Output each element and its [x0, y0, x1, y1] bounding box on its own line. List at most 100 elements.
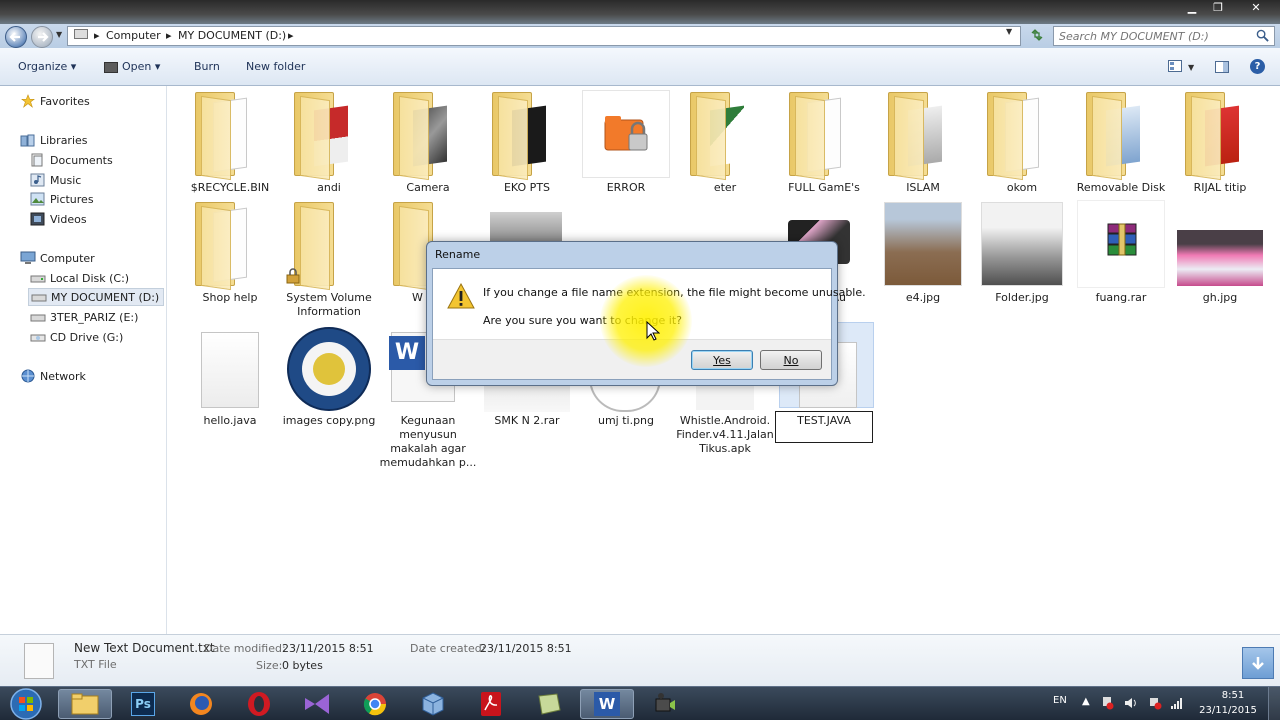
file-item-okom[interactable]: okom [973, 88, 1071, 198]
new-folder-button[interactable]: New folder [246, 60, 305, 73]
file-item-eter[interactable]: eter [676, 88, 774, 198]
details-date-modified: 23/11/2015 8:51 [282, 642, 374, 655]
network-status-icon[interactable] [1148, 696, 1162, 710]
file-item-removable-disk[interactable]: Removable Disk [1072, 88, 1170, 198]
breadcrumb-separator[interactable]: ▸ [94, 29, 100, 42]
clock-date[interactable]: 23/11/2015 [1196, 705, 1260, 716]
nav-my-document-d[interactable]: MY DOCUMENT (D:) [28, 288, 164, 306]
folder-icon [987, 92, 1053, 181]
arrow-left-icon [9, 32, 20, 42]
file-item-gh-jpg[interactable]: gh.jpg [1171, 198, 1269, 318]
file-item-islam[interactable]: ISLAM [874, 88, 972, 198]
nav-music[interactable]: Music [30, 171, 81, 189]
no-button[interactable]: No [760, 350, 822, 370]
file-item-e4-jpg[interactable]: e4.jpg [874, 198, 972, 318]
taskbar-word[interactable]: W [580, 689, 634, 719]
recent-pages-dropdown[interactable]: ▼ [56, 30, 62, 39]
help-icon[interactable]: ? [1250, 59, 1265, 74]
taskbar-camtasia[interactable] [638, 689, 692, 719]
computer-icon [74, 29, 88, 39]
file-item-hello-java[interactable]: hello.java [181, 326, 279, 427]
file-item-eko-pts[interactable]: EKO PTS [478, 88, 576, 198]
file-item-shop-help[interactable]: Shop help [181, 198, 279, 318]
nav-network[interactable]: Network [20, 367, 86, 385]
taskbar-acrobat[interactable] [464, 689, 518, 719]
details-date-modified-label: Date modified: [204, 642, 286, 655]
taskbar-notes[interactable] [522, 689, 576, 719]
clock-time[interactable]: 8:51 [1213, 690, 1253, 701]
breadcrumb-my-document[interactable]: MY DOCUMENT (D:) [178, 29, 286, 42]
file-item-full-games[interactable]: FULL GamE's [775, 88, 873, 198]
preview-pane-icon[interactable] [1215, 61, 1229, 73]
folder-icon [1185, 92, 1251, 181]
show-hidden-icons[interactable]: ▲ [1082, 696, 1090, 707]
nav-computer[interactable]: Computer [20, 249, 95, 267]
file-item-images-copy[interactable]: images copy.png [280, 326, 378, 427]
music-icon [30, 173, 45, 187]
file-item-label: SMK N 2.rar [494, 414, 560, 427]
file-icon [201, 332, 259, 408]
nav-local-disk-c[interactable]: Local Disk (C:) [30, 269, 129, 287]
taskbar-visual-studio[interactable] [290, 689, 344, 719]
taskbar-firefox[interactable] [174, 689, 228, 719]
nav-3ter-pariz-e[interactable]: 3TER_PARIZ (E:) [30, 308, 138, 326]
file-item-folder-jpg[interactable]: Folder.jpg [973, 198, 1071, 318]
file-item-andi[interactable]: andi [280, 88, 378, 198]
change-view-icon[interactable] [1168, 60, 1182, 75]
nav-documents-label: Documents [50, 153, 113, 167]
show-desktop-button[interactable] [1268, 687, 1280, 720]
breadcrumb-separator[interactable]: ▸ [288, 29, 294, 42]
folder-icon [789, 92, 855, 181]
search-box[interactable] [1053, 26, 1275, 46]
taskbar-photoshop[interactable]: Ps [116, 689, 170, 719]
breadcrumb-separator[interactable]: ▸ [166, 29, 172, 42]
file-item-recycle[interactable]: $RECYCLE.BIN [181, 88, 279, 198]
scroll-down-button[interactable] [1242, 647, 1274, 679]
nav-videos[interactable]: Videos [30, 210, 87, 228]
winrar-archive-icon [1107, 223, 1137, 256]
signal-strength-icon[interactable] [1170, 696, 1184, 710]
refresh-button[interactable] [1026, 27, 1048, 45]
breadcrumb-computer[interactable]: Computer [106, 29, 161, 42]
address-history-dropdown[interactable]: ▼ [1006, 27, 1012, 36]
nav-favorites[interactable]: Favorites [20, 92, 90, 110]
details-date-created: 23/11/2015 8:51 [480, 642, 572, 655]
search-input[interactable] [1059, 28, 1254, 45]
address-bar-row: ▼ ▸ Computer ▸ MY DOCUMENT (D:) ▸ ▼ [0, 24, 1280, 48]
rename-text-field[interactable]: TEST.JAVA [775, 411, 873, 443]
yes-button[interactable]: Yes [691, 350, 753, 370]
taskbar-chrome[interactable] [348, 689, 402, 719]
taskbar: Ps W EN ▲ 8:51 23/11/2015 [0, 686, 1280, 720]
address-field[interactable]: ▸ Computer ▸ MY DOCUMENT (D:) ▸ [67, 26, 1021, 46]
burn-button[interactable]: Burn [194, 60, 220, 73]
maximize-button[interactable]: ❐ [1206, 1, 1230, 16]
nav-libraries[interactable]: Libraries [20, 131, 88, 149]
nav-cd-drive-g[interactable]: CD Drive (G:) [30, 328, 123, 346]
language-indicator[interactable]: EN [1053, 695, 1067, 706]
nav-cd-drive-g-label: CD Drive (G:) [50, 330, 124, 344]
organize-button[interactable]: Organize ▾ [18, 60, 76, 73]
open-button[interactable]: Open ▾ [122, 60, 160, 73]
taskbar-explorer[interactable] [58, 689, 112, 719]
start-button[interactable] [6, 687, 46, 720]
file-item-error[interactable]: ERROR [577, 88, 675, 198]
safely-remove-icon[interactable] [1100, 696, 1114, 710]
close-button[interactable]: ✕ [1236, 1, 1276, 16]
nav-pictures[interactable]: Pictures [30, 190, 94, 208]
minimize-button[interactable]: ▁ [1180, 1, 1204, 16]
taskbar-virtualbox[interactable] [406, 689, 460, 719]
forward-button[interactable] [31, 26, 53, 48]
file-item-camera[interactable]: Camera [379, 88, 477, 198]
camera-recorder-icon [655, 693, 675, 712]
taskbar-opera[interactable] [232, 689, 286, 719]
view-options-dropdown[interactable]: ▼ [1188, 63, 1194, 72]
text-file-icon [24, 643, 54, 679]
volume-icon[interactable] [1124, 696, 1138, 710]
back-button[interactable] [5, 26, 27, 48]
file-item-label: ERROR [606, 181, 646, 194]
file-item-system-volume[interactable]: System Volume Information [280, 198, 378, 318]
details-file-name: New Text Document.txt [74, 641, 215, 655]
file-item-rijal-titip[interactable]: RIJAL titip [1171, 88, 1269, 198]
file-item-fuang-rar[interactable]: fuang.rar [1072, 198, 1170, 318]
nav-documents[interactable]: Documents [30, 151, 113, 169]
